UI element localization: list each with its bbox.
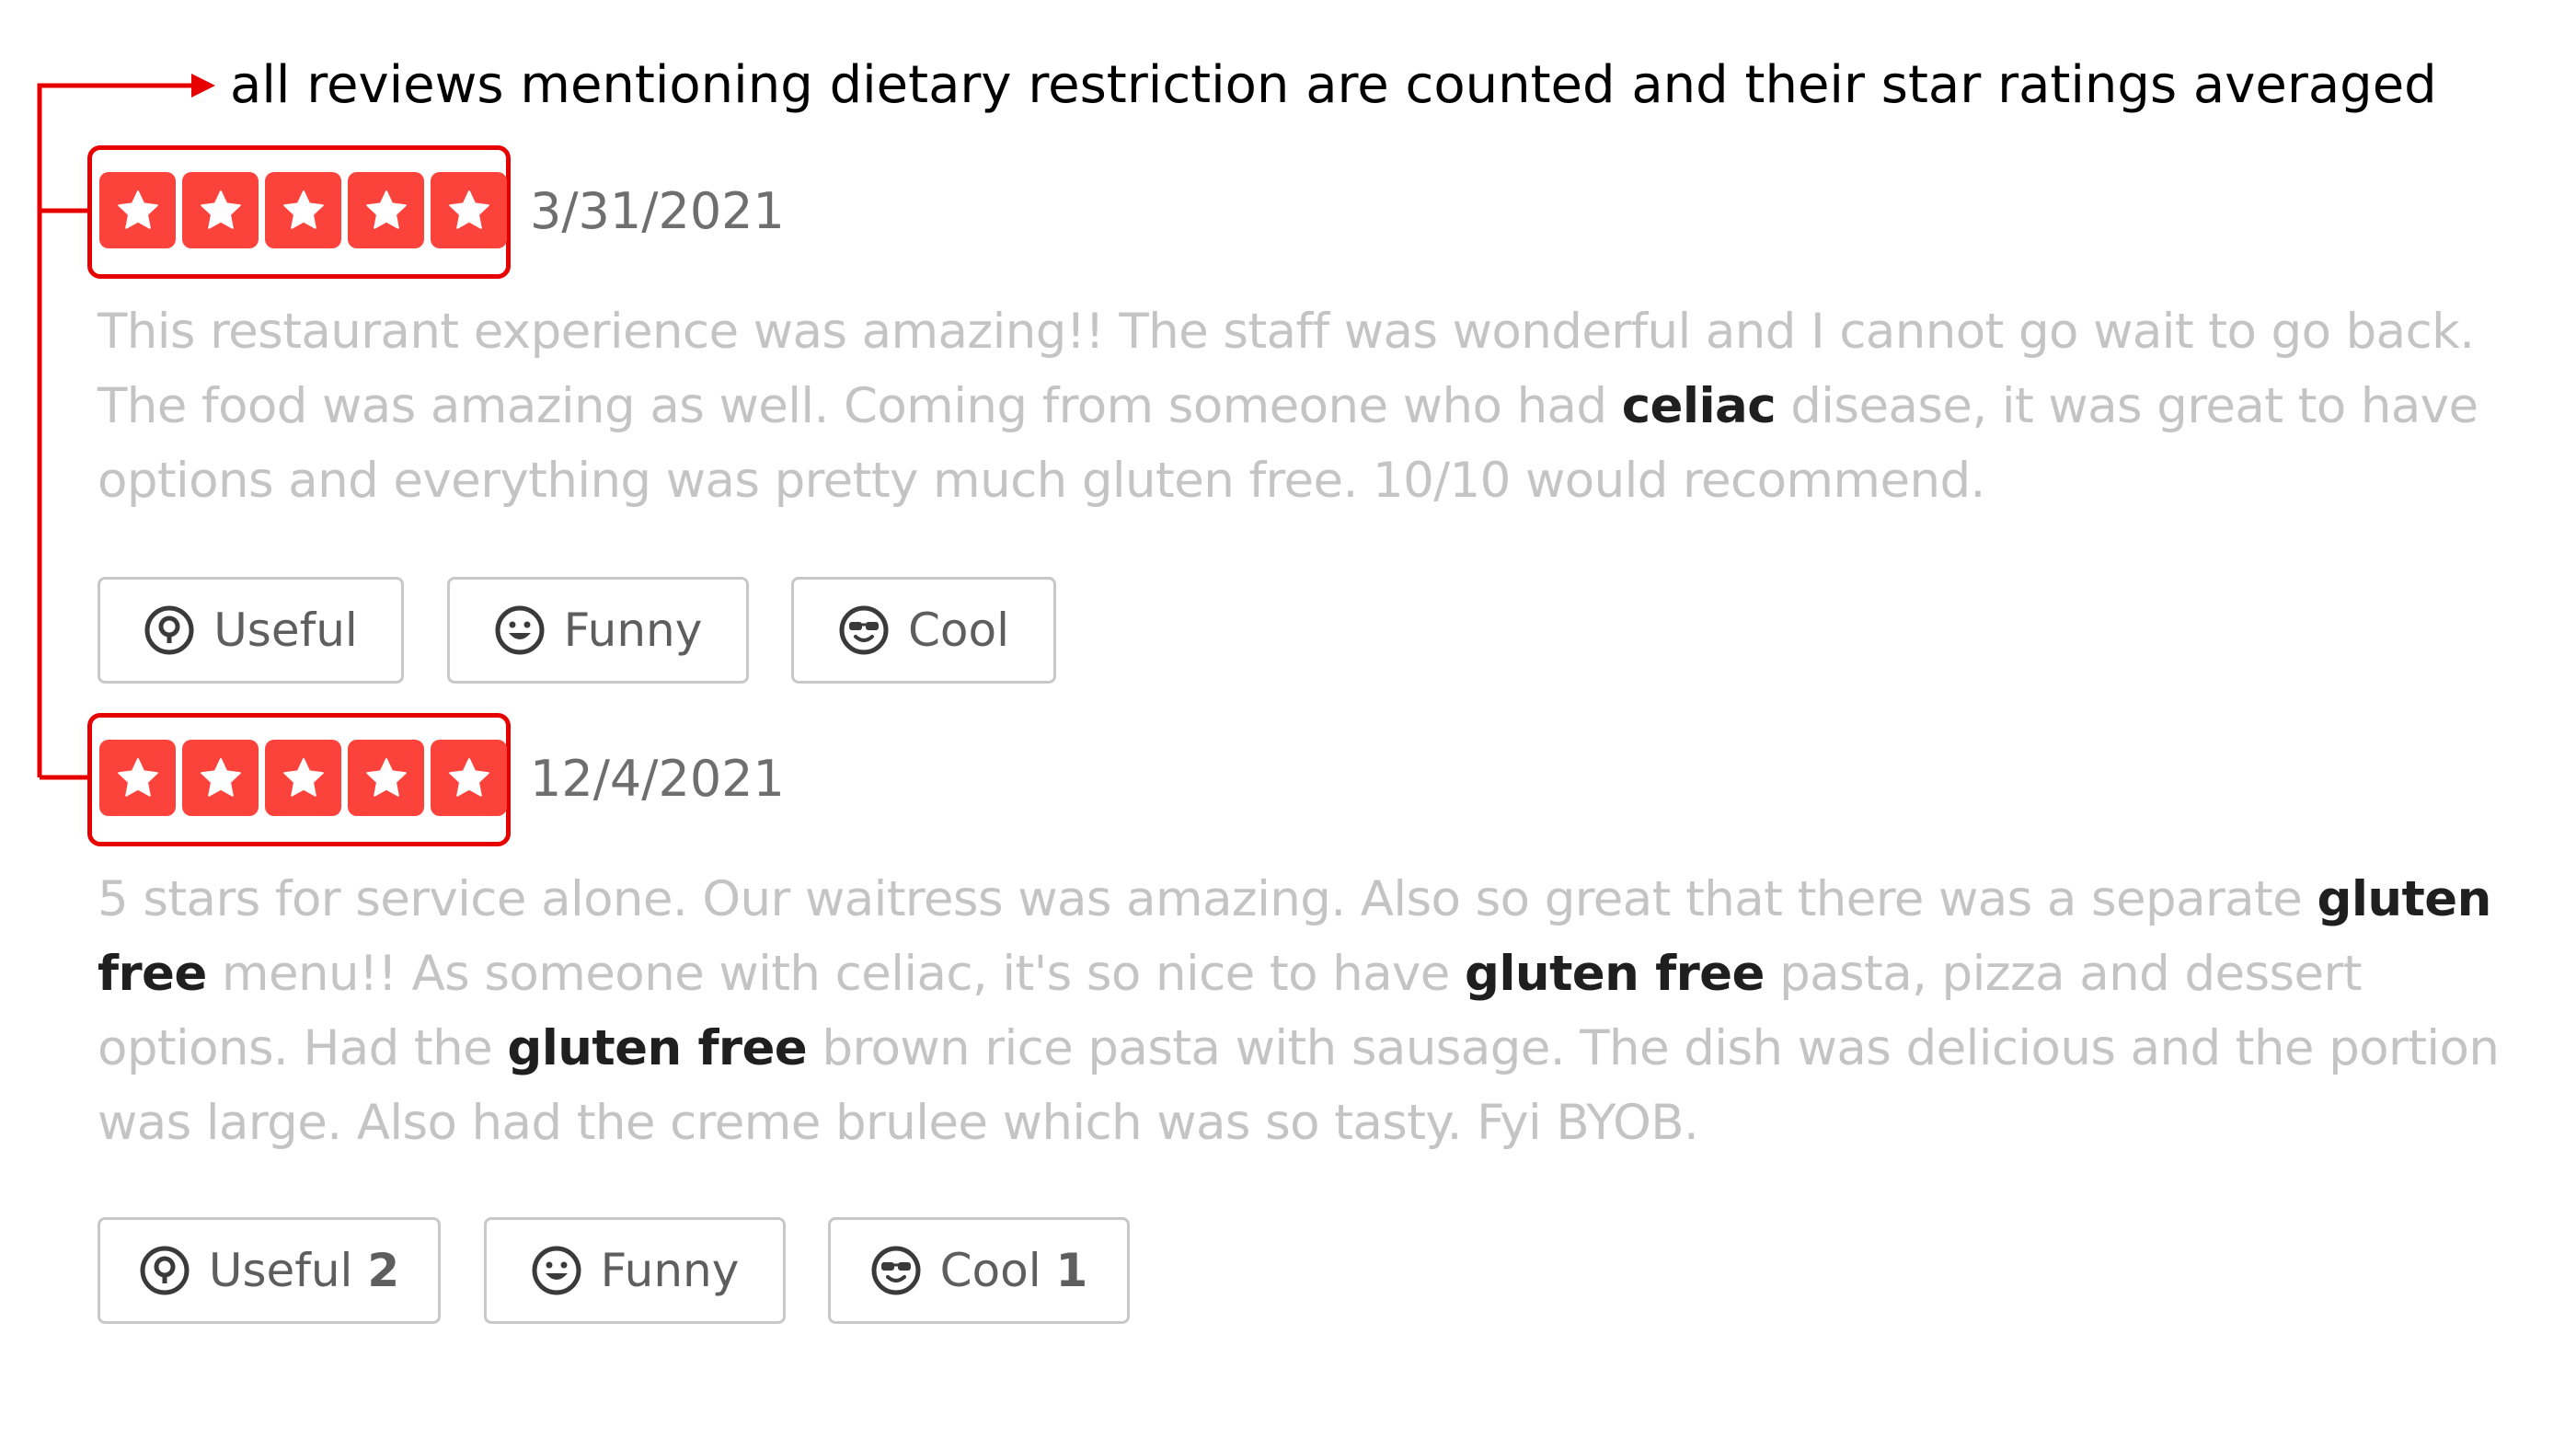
sunglasses-icon	[870, 1245, 922, 1296]
review-text-segment: options and everything was pretty much g…	[98, 453, 1985, 509]
smiley-icon	[494, 604, 546, 656]
review-text-line: options and everything was pretty much g…	[98, 443, 2478, 518]
dietary-keyword: free	[98, 946, 207, 1002]
review-date: 3/31/2021	[530, 182, 785, 240]
cool-count: 1	[1055, 1244, 1088, 1297]
review-text-segment: menu!! As someone with celiac, it's so n…	[206, 946, 1466, 1002]
smiley-icon	[531, 1245, 582, 1296]
dietary-keyword: gluten free	[507, 1020, 808, 1076]
annotation-caption: all reviews mentioning dietary restricti…	[230, 55, 2437, 115]
useful-label: Useful	[213, 604, 358, 657]
star-icon	[348, 172, 424, 248]
review-text-line: free menu!! As someone with celiac, it's…	[98, 937, 2499, 1011]
funny-label: Funny	[600, 1244, 740, 1297]
review-text-segment: disease, it was great to have	[1776, 378, 2478, 434]
review-text-segment: brown rice pasta with sausage. The dish …	[807, 1020, 2500, 1076]
useful-label: Useful 2	[208, 1244, 400, 1297]
cool-label: Cool 1	[939, 1244, 1088, 1297]
star-icon	[431, 172, 507, 248]
useful-count: 2	[367, 1244, 400, 1297]
funny-button[interactable]: Funny	[484, 1217, 786, 1324]
star-icon	[348, 740, 424, 816]
sunglasses-icon	[838, 604, 890, 656]
useful-button[interactable]: Useful	[98, 577, 404, 684]
star-icon	[99, 172, 176, 248]
cool-button[interactable]: Cool 1	[828, 1217, 1130, 1324]
review-text-line: The food was amazing as well. Coming fro…	[98, 369, 2478, 443]
review-text-segment: pasta, pizza and dessert	[1764, 946, 2362, 1002]
cool-button[interactable]: Cool	[791, 577, 1056, 684]
star-icon	[265, 740, 341, 816]
review-text-segment: This restaurant experience was amazing!!…	[98, 304, 2475, 360]
review-text-segment: The food was amazing as well. Coming fro…	[98, 378, 1622, 434]
star-icon	[182, 172, 259, 248]
review-text: 5 stars for service alone. Our waitress …	[98, 862, 2500, 1160]
review-date: 12/4/2021	[530, 750, 785, 808]
star-rating	[99, 740, 507, 816]
dietary-keyword: celiac	[1621, 378, 1777, 434]
lightbulb-icon	[139, 1245, 190, 1296]
lightbulb-icon	[144, 604, 195, 656]
cool-label: Cool	[908, 604, 1009, 657]
review-text-line: was large. Also had the creme brulee whi…	[98, 1086, 2499, 1160]
review-text-segment: 5 stars for service alone. Our waitress …	[98, 871, 2317, 927]
review-text-line: This restaurant experience was amazing!!…	[98, 294, 2478, 369]
review-text-line: 5 stars for service alone. Our waitress …	[98, 862, 2499, 937]
star-icon	[99, 740, 176, 816]
star-icon	[182, 740, 259, 816]
star-rating	[99, 172, 507, 248]
useful-button[interactable]: Useful 2	[98, 1217, 441, 1324]
dietary-keyword: gluten free	[1465, 946, 1765, 1002]
review-text-line: options. Had the gluten free brown rice …	[98, 1011, 2500, 1086]
star-icon	[431, 740, 507, 816]
review-text-segment: options. Had the	[98, 1020, 508, 1076]
funny-button[interactable]: Funny	[447, 577, 749, 684]
review-text: This restaurant experience was amazing!!…	[98, 294, 2478, 518]
funny-label: Funny	[563, 604, 703, 657]
review-text-segment: was large. Also had the creme brulee whi…	[98, 1095, 1699, 1151]
dietary-keyword: gluten	[2317, 871, 2491, 927]
star-icon	[265, 172, 341, 248]
